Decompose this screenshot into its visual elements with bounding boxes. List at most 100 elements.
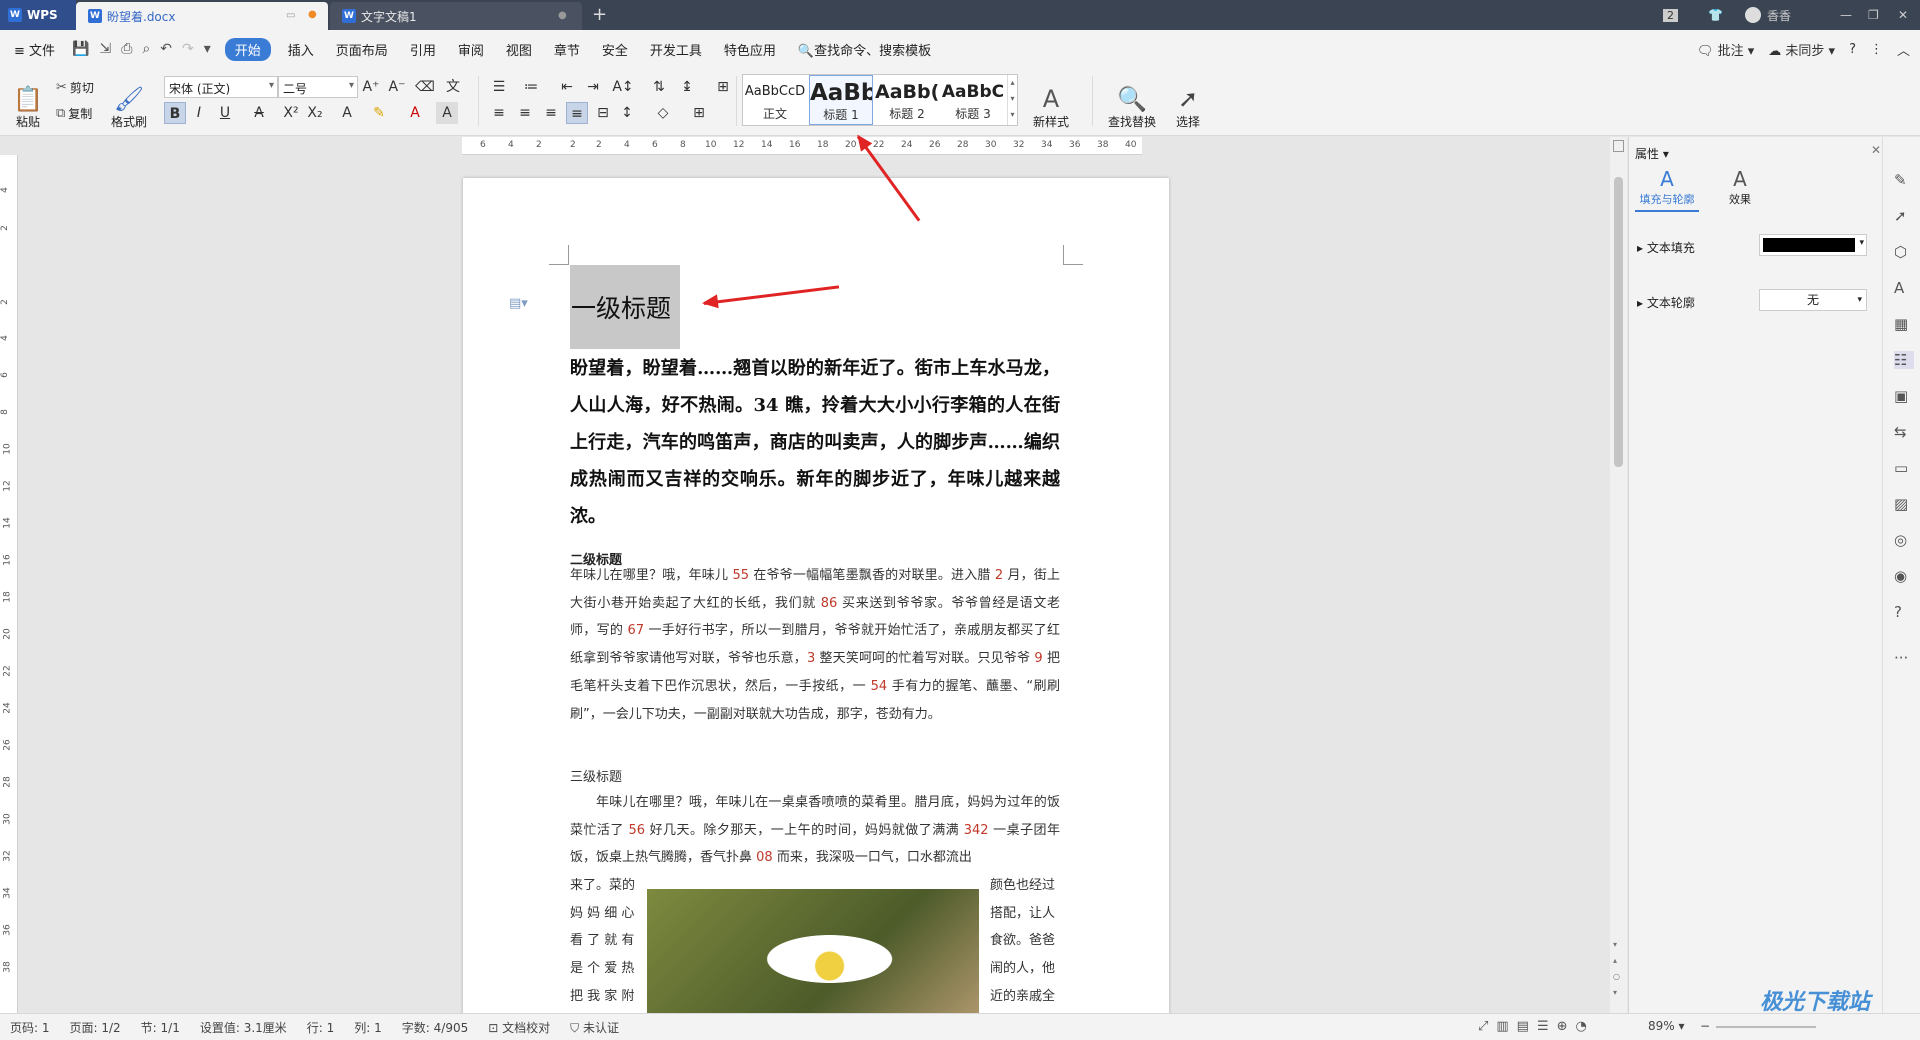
style-heading-3[interactable]: AaBbC 标题 3 <box>941 75 1005 125</box>
save-icon[interactable]: 💾 <box>72 41 89 57</box>
show-marks-icon[interactable]: ⊞ <box>712 76 734 98</box>
more-icon[interactable]: ··· <box>1894 649 1908 667</box>
zoom-slider[interactable] <box>1716 1026 1816 1028</box>
certification-status[interactable]: ⛉ 未认证 <box>560 1019 629 1036</box>
window-count-badge[interactable]: 2 <box>1663 0 1678 30</box>
status-column[interactable]: 列: 1 <box>344 1019 392 1036</box>
subscript-button[interactable]: X₂ <box>304 102 326 124</box>
bullet-list-icon[interactable]: ☰ <box>488 76 510 98</box>
status-section[interactable]: 节: 1/1 <box>131 1019 190 1036</box>
select-button[interactable]: ➚ 选择 <box>1168 76 1208 130</box>
paste-button[interactable]: 📋 粘贴 <box>8 76 48 130</box>
tab-insert[interactable]: 插入 <box>277 40 325 59</box>
tab-review[interactable]: 审阅 <box>447 40 495 59</box>
text-fill-row[interactable]: ▸ 文本填充 <box>1637 239 1695 256</box>
tab-special[interactable]: 特色应用 <box>713 40 787 59</box>
page-nav-icon[interactable]: ▾ ▴ ○ ▾ <box>1613 937 1620 1001</box>
print-preview-icon[interactable]: ⌕ <box>142 41 150 57</box>
align-right-icon[interactable]: ≡ <box>540 102 562 124</box>
maximize-icon[interactable]: ❐ <box>1868 0 1879 30</box>
monitor-icon[interactable]: ▭ <box>286 10 295 21</box>
help-icon[interactable]: ? <box>1849 42 1856 57</box>
heading-3[interactable]: 三级标题 <box>570 766 622 785</box>
strikethrough-button[interactable]: A <box>248 102 270 124</box>
justify-icon[interactable]: ≡ <box>566 102 588 124</box>
customize-icon[interactable]: ▾ <box>204 41 211 57</box>
tab-section[interactable]: 章节 <box>543 40 591 59</box>
more-icon[interactable]: ⋮ <box>1870 42 1883 57</box>
paragraph-handle-icon[interactable]: ▤▾ <box>509 296 528 311</box>
find-replace-button[interactable]: 🔍 查找替换 <box>1104 76 1160 130</box>
borders-icon[interactable]: ⊞ <box>688 102 710 124</box>
text-outline-row[interactable]: ▸ 文本轮廓 <box>1637 294 1695 311</box>
align-left-icon[interactable]: ≡ <box>488 102 510 124</box>
font-size-select[interactable]: 二号 <box>278 76 358 98</box>
close-tab-icon[interactable]: ● <box>558 10 567 21</box>
wps-home-tab[interactable]: W WPS <box>0 0 76 30</box>
shading-icon[interactable]: ◇ <box>652 102 674 124</box>
distributed-icon[interactable]: ⊟ <box>592 102 614 124</box>
heading-1[interactable]: 一级标题 <box>571 289 671 325</box>
skin-icon[interactable]: 👕 <box>1708 0 1723 30</box>
vertical-scrollbar[interactable]: ▾ ▴ ○ ▾ <box>1610 137 1627 1013</box>
increase-indent-icon[interactable]: ⇥ <box>582 76 604 98</box>
status-setting[interactable]: 设置值: 3.1厘米 <box>190 1019 297 1036</box>
highlight-icon[interactable]: ✎ <box>368 102 390 124</box>
translate-icon[interactable]: ◉ <box>1894 567 1907 585</box>
status-page-number[interactable]: 页码: 1 <box>0 1019 60 1036</box>
cut-button[interactable]: ✂ 剪切 <box>56 79 94 96</box>
document-icon[interactable]: ▣ <box>1894 387 1908 405</box>
paragraph-2[interactable]: 年味儿在哪里？哦，年味儿 55 在爷爷一幅幅笔墨飘香的对联里。进入腊 2 月，街… <box>570 562 1060 728</box>
close-panel-icon[interactable]: ✕ <box>1871 143 1881 157</box>
print-icon[interactable]: ⎙ <box>121 41 132 57</box>
grow-font-icon[interactable]: A⁺ <box>360 76 382 98</box>
tab-layout[interactable]: 页面布局 <box>325 40 399 59</box>
fill-color-picker[interactable]: ▾ <box>1759 234 1867 256</box>
redo-icon[interactable]: ↷ <box>182 41 194 57</box>
tab-document-2[interactable]: W 文字文稿1 ● <box>330 2 582 30</box>
help-icon[interactable]: ? <box>1894 603 1902 621</box>
export-icon[interactable]: ⇲ <box>99 41 111 57</box>
horizontal-ruler[interactable]: 6 4 2 2 2 4 6 8 10 12 14 16 18 20 22 24 … <box>462 137 1142 155</box>
collapse-ribbon-icon[interactable]: ︿ <box>1897 40 1910 59</box>
style-normal[interactable]: AaBbCcD 正文 <box>743 75 807 125</box>
view-mode-icons[interactable]: ⤢▥▤☰⊕◔ <box>1478 1019 1595 1034</box>
backup-icon[interactable]: ▭ <box>1894 459 1908 477</box>
numbered-list-icon[interactable]: ≔ <box>520 76 542 98</box>
properties-icon[interactable]: ☷ <box>1894 351 1914 369</box>
pen-icon[interactable]: ✎ <box>1894 171 1907 189</box>
char-shading-icon[interactable]: A <box>436 102 458 124</box>
new-tab-plus-icon[interactable]: + <box>592 4 607 25</box>
wrap-right-column[interactable]: 颜色也经过 搭配，让人 食欲。爸爸 闹的人，他 近的亲戚全 <box>990 872 1060 1011</box>
unsaved-dot-icon[interactable]: ● <box>308 9 317 20</box>
tab-home[interactable]: 开始 <box>224 37 271 61</box>
zoom-out-icon[interactable]: − <box>1700 1019 1710 1033</box>
status-word-count[interactable]: 字数: 4/905 <box>392 1019 478 1036</box>
tab-developer[interactable]: 开发工具 <box>639 40 713 59</box>
sync-button[interactable]: ☁ 未同步 ▾ <box>1768 40 1835 59</box>
scroll-thumb[interactable] <box>1614 177 1623 467</box>
tab-view[interactable]: 视图 <box>495 40 543 59</box>
document-page[interactable]: ▤▾ 一级标题 盼望着，盼望着……翘首以盼的新年近了。街市上车水马龙，人山人海，… <box>463 178 1169 1018</box>
cursor-icon[interactable]: ➚ <box>1894 207 1907 225</box>
font-family-select[interactable]: 宋体 (正文) <box>164 76 278 98</box>
underline-button[interactable]: U <box>214 102 236 124</box>
split-icon[interactable] <box>1613 140 1624 152</box>
bold-paragraph[interactable]: 盼望着，盼望着……翘首以盼的新年近了。街市上车水马龙，人山人海，好不热闹。34 … <box>570 350 1060 535</box>
share-icon[interactable]: ⇆ <box>1894 423 1907 441</box>
outline-select[interactable]: 无 ▾ <box>1759 289 1867 311</box>
style-heading-2[interactable]: AaBb(标题 2 <box>875 75 939 125</box>
italic-button[interactable]: I <box>188 102 210 124</box>
superscript-button[interactable]: X² <box>280 102 302 124</box>
format-painter-button[interactable]: 🖌 格式刷 <box>108 76 150 130</box>
tab-effects[interactable]: A 效果 <box>1715 167 1765 207</box>
file-menu[interactable]: ≡ 文件 <box>0 40 66 59</box>
wrap-left-column[interactable]: 来了。菜的妈 妈 细 心看 了 就 有是 个 爱 热把 我 家 附 <box>570 872 640 1011</box>
paragraph-3[interactable]: 年味儿在哪里？哦，年味儿在一桌桌香喷喷的菜肴里。腊月底，妈妈为过年的饭菜忙活了 … <box>570 789 1060 872</box>
minimize-icon[interactable]: — <box>1840 0 1852 30</box>
new-style-button[interactable]: A 新样式 <box>1026 76 1076 130</box>
tab-security[interactable]: 安全 <box>591 40 639 59</box>
line-spacing-icon[interactable]: ↨ <box>676 76 698 98</box>
decrease-indent-icon[interactable]: ⇤ <box>556 76 578 98</box>
close-window-icon[interactable]: ✕ <box>1898 0 1908 30</box>
